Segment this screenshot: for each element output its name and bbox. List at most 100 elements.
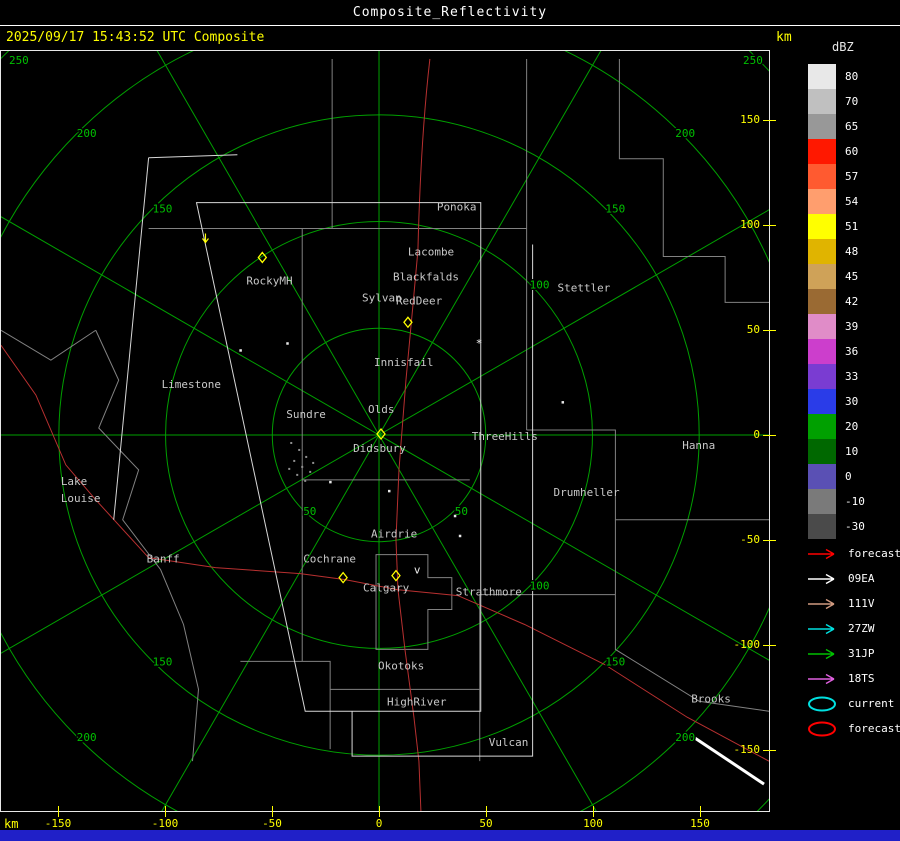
bottom-axis-label: 100	[583, 817, 603, 830]
bottom-axis-label: -150	[44, 817, 72, 830]
bottom-axis-tick	[58, 806, 59, 817]
colorbar-swatch	[808, 189, 836, 214]
colorbar-swatch	[808, 414, 836, 439]
city-label-brooks: Brooks	[691, 692, 731, 705]
city-label-stettler: Stettler	[558, 281, 611, 294]
city-label-drumheller: Drumheller	[554, 486, 620, 499]
range-ring-label: 150	[153, 203, 173, 216]
colorbar-swatch	[808, 514, 836, 539]
storm-cell-marker	[338, 571, 348, 584]
point-marker	[286, 342, 289, 345]
range-ring-label: 150	[605, 203, 625, 216]
colorbar-title: dBZ	[832, 40, 854, 54]
colorbar-swatch	[808, 389, 836, 414]
track-legend: forecast 09EA 111V 27ZW 31JP 18TS current forec…	[806, 541, 900, 741]
azimuth-spokes	[1, 51, 769, 811]
colorbar-row: 45	[808, 264, 865, 289]
v-marker: v	[414, 564, 421, 577]
range-mark-line	[688, 732, 765, 786]
bottom-axis-tick	[486, 806, 487, 817]
city-label-vulcan: Vulcan	[489, 736, 529, 749]
bottom-axis-label: -50	[262, 817, 282, 830]
colorbar-value-label: 80	[845, 70, 859, 83]
colorbar-row: 65	[808, 114, 865, 139]
colorbar-value-label: 42	[845, 295, 859, 308]
right-axis-label: 100	[740, 218, 760, 231]
track-legend-row: forecast	[806, 716, 900, 741]
city-label-sundre: Sundre	[286, 408, 326, 421]
range-ring-label: 150	[605, 655, 625, 668]
colorbar-swatch	[808, 364, 836, 389]
bottom-axis-unit-label: km	[4, 817, 19, 831]
city-label-strathmore: Strathmore	[456, 586, 522, 599]
colorbar-value-label: 20	[845, 420, 859, 433]
range-ring-label: 200	[675, 127, 695, 140]
city-label-threehills: ThreeHills	[472, 430, 538, 443]
track-legend-row: current	[806, 691, 900, 716]
colorbar-swatch	[808, 264, 836, 289]
track-legend-row: 18TS	[806, 666, 900, 691]
colorbar-row: 80	[808, 64, 865, 89]
colorbar-row: 20	[808, 414, 865, 439]
colorbar-row: 70	[808, 89, 865, 114]
colorbar-row: 30	[808, 389, 865, 414]
right-axis-label: -150	[733, 743, 761, 756]
range-ring-label: 200	[675, 731, 695, 744]
bottom-axis-label: 50	[479, 817, 493, 830]
range-ring-labels: 50 50 100 100 150 150 150 150 200 200 200 200 250 250	[7, 52, 764, 745]
colorbar-swatch	[808, 239, 836, 264]
track-legend-row: forecast	[806, 541, 900, 566]
right-axis-tick	[763, 225, 776, 226]
status-bar	[0, 830, 900, 841]
city-label-cochrane: Cochrane	[303, 553, 356, 566]
colorbar-row: 42	[808, 289, 865, 314]
colorbar-row: 0	[808, 464, 865, 489]
colorbar-row: -30	[808, 514, 865, 539]
range-ring-label: 200	[77, 731, 97, 744]
radar-map-canvas: 50 50 100 100 150 150 150 150 200 200 200 200 250 250…	[0, 50, 770, 812]
colorbar-swatch	[808, 164, 836, 189]
right-axis-tick	[763, 120, 776, 121]
point-marker	[458, 534, 462, 538]
bottom-axis-tick	[272, 806, 273, 817]
track-legend-row: 111V	[806, 591, 900, 616]
point-marker	[453, 514, 457, 518]
point-marker	[329, 480, 332, 484]
range-ring-label: 200	[77, 127, 97, 140]
colorbar-value-label: 57	[845, 170, 859, 183]
right-axis-label: 0	[753, 428, 760, 441]
colorbar-row: 36	[808, 339, 865, 364]
track-arrow-icon	[808, 623, 835, 634]
colorbar-swatch	[808, 464, 836, 489]
bottom-axis-tick	[165, 806, 166, 817]
city-label-didsbury: Didsbury	[353, 442, 406, 455]
city-label-calgary: Calgary	[363, 582, 410, 595]
colorbar-row: 39	[808, 314, 865, 339]
track-arrow-icon	[808, 548, 835, 559]
colorbar-value-label: 65	[845, 120, 859, 133]
city-label-reddeer: RedDeer	[396, 294, 443, 307]
colorbar-swatch	[808, 489, 836, 514]
track-arrow-icon	[808, 598, 835, 609]
colorbar-value-label: 39	[845, 320, 859, 333]
cell-ellipse-icon	[808, 721, 836, 736]
range-ring-label: 100	[530, 278, 550, 291]
right-axis-label: 150	[740, 113, 760, 126]
track-arrow-icon	[808, 673, 835, 684]
city-label-blackfalds: Blackfalds	[393, 270, 459, 283]
point-marker	[387, 489, 391, 493]
right-axis-tick	[763, 540, 776, 541]
range-ring-label: 150	[153, 655, 173, 668]
range-ring-label: 100	[530, 580, 550, 593]
city-label-olds: Olds	[368, 403, 394, 416]
track-legend-row: 09EA	[806, 566, 900, 591]
city-label-okotoks: Okotoks	[378, 659, 424, 672]
right-axis-tick	[763, 330, 776, 331]
bottom-axis-label: 150	[690, 817, 710, 830]
colorbar-value-label: -10	[845, 495, 865, 508]
city-label-highriver: HighRiver	[387, 695, 447, 708]
colorbar-swatch	[808, 214, 836, 239]
right-axis-tick	[763, 645, 776, 646]
colorbar-value-label: 48	[845, 245, 859, 258]
city-label-limestone: Limestone	[162, 378, 221, 391]
